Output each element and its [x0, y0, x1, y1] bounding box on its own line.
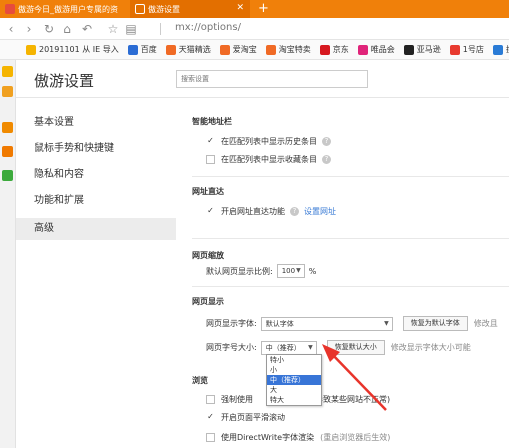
bookmark-item[interactable]: 京东: [319, 44, 349, 55]
checkbox-checked[interactable]: ✓: [206, 413, 215, 422]
checkbox-unchecked[interactable]: [206, 395, 215, 404]
dropdown-option[interactable]: 小: [267, 365, 321, 375]
bookmark-item[interactable]: 唯品会: [357, 44, 395, 55]
rss-icon[interactable]: [2, 122, 13, 133]
bookmark-item[interactable]: 1号店: [449, 44, 484, 55]
section-title: 智能地址栏: [192, 117, 232, 126]
aitaobao-icon: [219, 44, 230, 55]
baidu-icon: [127, 44, 138, 55]
tab-maxthon-today[interactable]: 傲游今日_傲游用户专属的资: [0, 0, 130, 18]
dropdown-option-selected[interactable]: 中（推荐）: [267, 375, 321, 385]
zoom-select[interactable]: 100 ▼: [276, 264, 305, 278]
nav-item-basic[interactable]: 基本设置: [16, 112, 176, 134]
checkbox-checked[interactable]: ✓: [206, 137, 215, 146]
close-icon[interactable]: ✕: [236, 3, 244, 13]
settings-nav: 基本设置 鼠标手势和快捷键 隐私和内容 功能和扩展 高级: [16, 98, 176, 448]
section-title: 浏览: [192, 376, 208, 385]
reset-font-button[interactable]: 恢复为默认字体: [402, 316, 468, 331]
favorites-star-icon[interactable]: [2, 66, 13, 77]
font-row: 网页显示字体: 默认字体 ▼ 恢复为默认字体 修改且: [206, 316, 498, 331]
bookmarks-bar: 20191101 从 IE 导入 百度 天猫精选 爱淘宝 淘宝特卖 京东 唯品会…: [0, 40, 509, 60]
font-size-select[interactable]: 中（推荐） ▼: [260, 340, 317, 355]
size-row: 网页字号大小: 中（推荐） ▼ 恢复默认大小 修改显示字体大小可能: [206, 340, 471, 355]
divider: [192, 176, 509, 177]
chevron-down-icon: ▼: [384, 319, 389, 327]
help-icon[interactable]: ?: [322, 155, 331, 164]
bookmark-item[interactable]: 爱淘宝: [219, 44, 257, 55]
bookmark-item[interactable]: 亚马逊: [403, 44, 441, 55]
back-arrow-icon[interactable]: ‹: [4, 21, 18, 37]
forward-arrow-icon[interactable]: ›: [22, 21, 36, 37]
new-tab-button[interactable]: +: [258, 0, 269, 18]
notes-icon[interactable]: [2, 86, 13, 97]
bookmark-item[interactable]: 淘宝特卖: [265, 44, 311, 55]
settings-page-icon: [135, 4, 145, 14]
nav-item-extensions[interactable]: 功能和扩展: [16, 190, 176, 212]
tmall-icon: [165, 44, 176, 55]
dropdown-option[interactable]: 特小: [267, 355, 321, 365]
option-row: ✓ 开启网址直达功能 ? 设置网址: [206, 206, 336, 217]
section-title: 网页缩放: [192, 251, 224, 260]
navigation-bar: ‹ › ↻ ⌂ ↶ ☆ ▤ mx://options/: [0, 18, 509, 40]
bookmark-item[interactable]: 20191101 从 IE 导入: [26, 44, 119, 55]
maxthon-logo-icon: [5, 4, 15, 14]
nav-item-advanced[interactable]: 高级: [16, 218, 176, 240]
reader-icon[interactable]: ▤: [124, 21, 138, 37]
settings-content: 智能地址栏 ✓ 在匹配列表中显示历史条目 ? 在匹配列表中显示收藏条目 ? 网址…: [176, 98, 509, 448]
option-row: ✓ 开启页面平滑滚动: [206, 412, 285, 422]
section-title: 网页显示: [192, 297, 224, 306]
section-title: 网址直达: [192, 187, 224, 196]
font-select[interactable]: 默认字体 ▼: [260, 316, 393, 331]
tab-strip: 傲游今日_傲游用户专属的资 傲游设置 ✕ +: [0, 0, 509, 18]
bookmark-item[interactable]: 携程: [492, 44, 509, 55]
tab-settings[interactable]: 傲游设置 ✕: [130, 0, 250, 18]
vip-icon: [357, 44, 368, 55]
dropdown-option[interactable]: 特大: [267, 395, 321, 405]
sidebar-rail: [0, 60, 16, 448]
divider: [192, 238, 509, 239]
undo-close-icon[interactable]: ↶: [80, 21, 94, 37]
tab-title: 傲游设置: [148, 4, 180, 14]
tab-title: 傲游今日_傲游用户专属的资: [18, 4, 118, 14]
yhd-icon: [449, 44, 460, 55]
help-icon[interactable]: ?: [322, 137, 331, 146]
app-icon[interactable]: [2, 170, 13, 181]
reset-size-button[interactable]: 恢复默认大小: [326, 340, 385, 355]
home-icon[interactable]: ⌂: [60, 21, 74, 37]
divider: [192, 286, 509, 287]
amazon-icon: [403, 44, 414, 55]
option-row: 使用DirectWrite字体渲染 (重启浏览器后生效): [206, 432, 390, 443]
jd-icon: [319, 44, 330, 55]
checkbox-unchecked[interactable]: [206, 433, 215, 442]
checkbox-checked[interactable]: ✓: [206, 207, 215, 216]
divider: [160, 23, 161, 35]
bookmark-item[interactable]: 天猫精选: [165, 44, 211, 55]
option-row: ✓ 在匹配列表中显示历史条目 ?: [206, 136, 331, 147]
set-url-link[interactable]: 设置网址: [304, 206, 336, 217]
chevron-down-icon: ▼: [308, 343, 313, 351]
font-size-dropdown: 特小 小 中（推荐） 大 特大: [266, 354, 322, 406]
option-row: 在匹配列表中显示收藏条目 ?: [206, 154, 331, 165]
dropdown-option[interactable]: 大: [267, 385, 321, 395]
refresh-icon[interactable]: ↻: [42, 21, 56, 37]
address-input[interactable]: mx://options/: [175, 22, 241, 33]
settings-header: 傲游设置: [16, 60, 509, 98]
zoom-row: 默认网页显示比例: 100 ▼ %: [206, 264, 316, 278]
chevron-down-icon: ▼: [296, 267, 301, 274]
nav-item-privacy[interactable]: 隐私和内容: [16, 164, 176, 186]
bookmark-item[interactable]: 百度: [127, 44, 157, 55]
taobao-icon: [265, 44, 276, 55]
checkbox-unchecked[interactable]: [206, 155, 215, 164]
folder-icon: [26, 44, 36, 55]
download-icon[interactable]: [2, 146, 13, 157]
size-hint: 修改显示字体大小可能: [390, 343, 471, 352]
font-hint: 修改且: [473, 319, 498, 328]
page-title: 傲游设置: [34, 72, 95, 90]
ctrip-icon: [492, 44, 503, 55]
favorite-star-icon[interactable]: ☆: [106, 21, 120, 37]
help-icon[interactable]: ?: [290, 207, 299, 216]
nav-item-mouse-gestures[interactable]: 鼠标手势和快捷键: [16, 138, 176, 160]
search-input[interactable]: [176, 70, 368, 88]
